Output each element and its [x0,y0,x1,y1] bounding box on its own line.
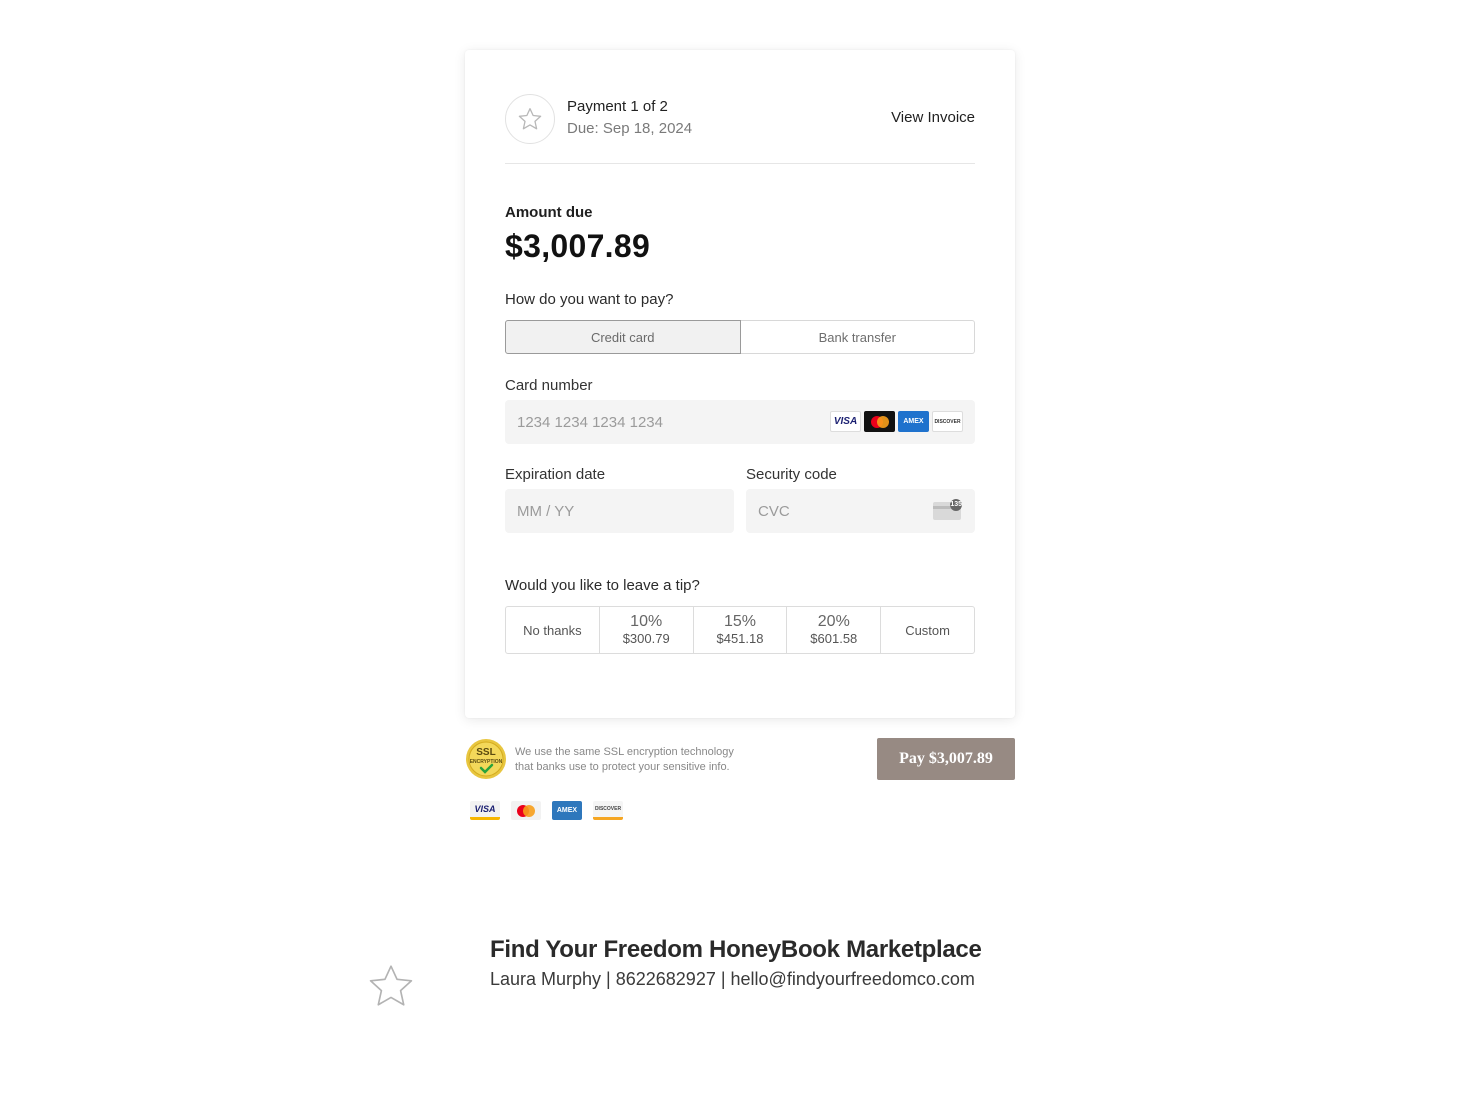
ssl-text-line2: that banks use to protect your sensitive… [515,761,730,773]
business-name: Find Your Freedom HoneyBook Marketplace [490,936,982,963]
credit-card-option[interactable]: Credit card [505,320,741,354]
expiration-label: Expiration date [505,466,606,483]
discover-logo: DISCOVER [593,801,623,820]
tip-20-button[interactable]: 20% $601.58 [787,607,882,653]
tip-custom-button[interactable]: Custom [881,607,974,653]
business-contact: Laura Murphy | 8622682927 | hello@findyo… [490,969,975,989]
tip-amount: $601.58 [810,631,858,646]
security-code-label: Security code [746,466,837,483]
cvc-card-icon: 135 [933,499,963,521]
card-number-input[interactable] [517,413,717,431]
tip-amount: $300.79 [622,631,670,646]
tip-options: No thanks 10% $300.79 15% $451.18 20% $6… [505,606,975,654]
tip-no-thanks-label: No thanks [523,622,582,638]
tip-custom-label: Custom [905,622,950,638]
tip-percent: 10% [630,613,663,630]
discover-logo: DISCOVER [932,411,963,432]
tip-15-button[interactable]: 15% $451.18 [694,607,788,653]
card-number-field[interactable]: VISA AMEX DISCOVER [505,400,975,444]
tip-no-thanks-button[interactable]: No thanks [506,607,600,653]
tip-question: Would you like to leave a tip? [505,577,700,594]
tip-amount: $451.18 [716,631,764,646]
visa-logo: VISA [470,801,500,820]
payment-method-toggle: Credit card Bank transfer [505,320,975,354]
mastercard-logo [511,801,541,820]
accepted-cards: VISA AMEX DISCOVER [470,801,623,820]
tip-percent: 15% [723,613,756,630]
star-icon [518,108,542,130]
cvc-hint-digits: 135 [950,501,962,508]
pay-button[interactable]: Pay $3,007.89 [877,738,1015,780]
payment-method-question: How do you want to pay? [505,291,674,308]
card-brand-logos: VISA AMEX DISCOVER [830,411,963,432]
ssl-text-line1: We use the same SSL encryption technolog… [515,746,734,758]
ssl-badge-text: SSL [476,747,495,758]
visa-logo: VISA [830,411,861,432]
tip-10-button[interactable]: 10% $300.79 [600,607,694,653]
bank-transfer-option[interactable]: Bank transfer [740,320,975,354]
payment-header: Payment 1 of 2 Due: Sep 18, 2024 View In… [505,94,975,164]
view-invoice-link[interactable]: View Invoice [891,109,975,126]
brand-logo [505,94,555,144]
payment-title: Payment 1 of 2 [567,98,668,115]
payment-card: Payment 1 of 2 Due: Sep 18, 2024 View In… [465,50,1015,718]
ssl-badge-icon: SSL ENCRYPTION [465,738,507,780]
card-number-label: Card number [505,377,593,394]
mastercard-logo [864,411,895,432]
cvc-input[interactable] [758,502,908,520]
expiration-field[interactable] [505,489,734,533]
amount-due-label: Amount due [505,204,593,221]
security-code-field[interactable]: 135 [746,489,975,533]
tip-percent: 20% [817,613,850,630]
ssl-description: We use the same SSL encryption technolog… [515,745,765,775]
amex-logo: AMEX [552,801,582,820]
amex-logo: AMEX [898,411,929,432]
due-date: Due: Sep 18, 2024 [567,120,693,137]
business-logo-star-icon [366,961,416,1011]
expiration-input[interactable] [517,502,717,520]
ssl-badge-subtext: ENCRYPTION [470,759,503,765]
amount-due-value: $3,007.89 [505,228,651,264]
